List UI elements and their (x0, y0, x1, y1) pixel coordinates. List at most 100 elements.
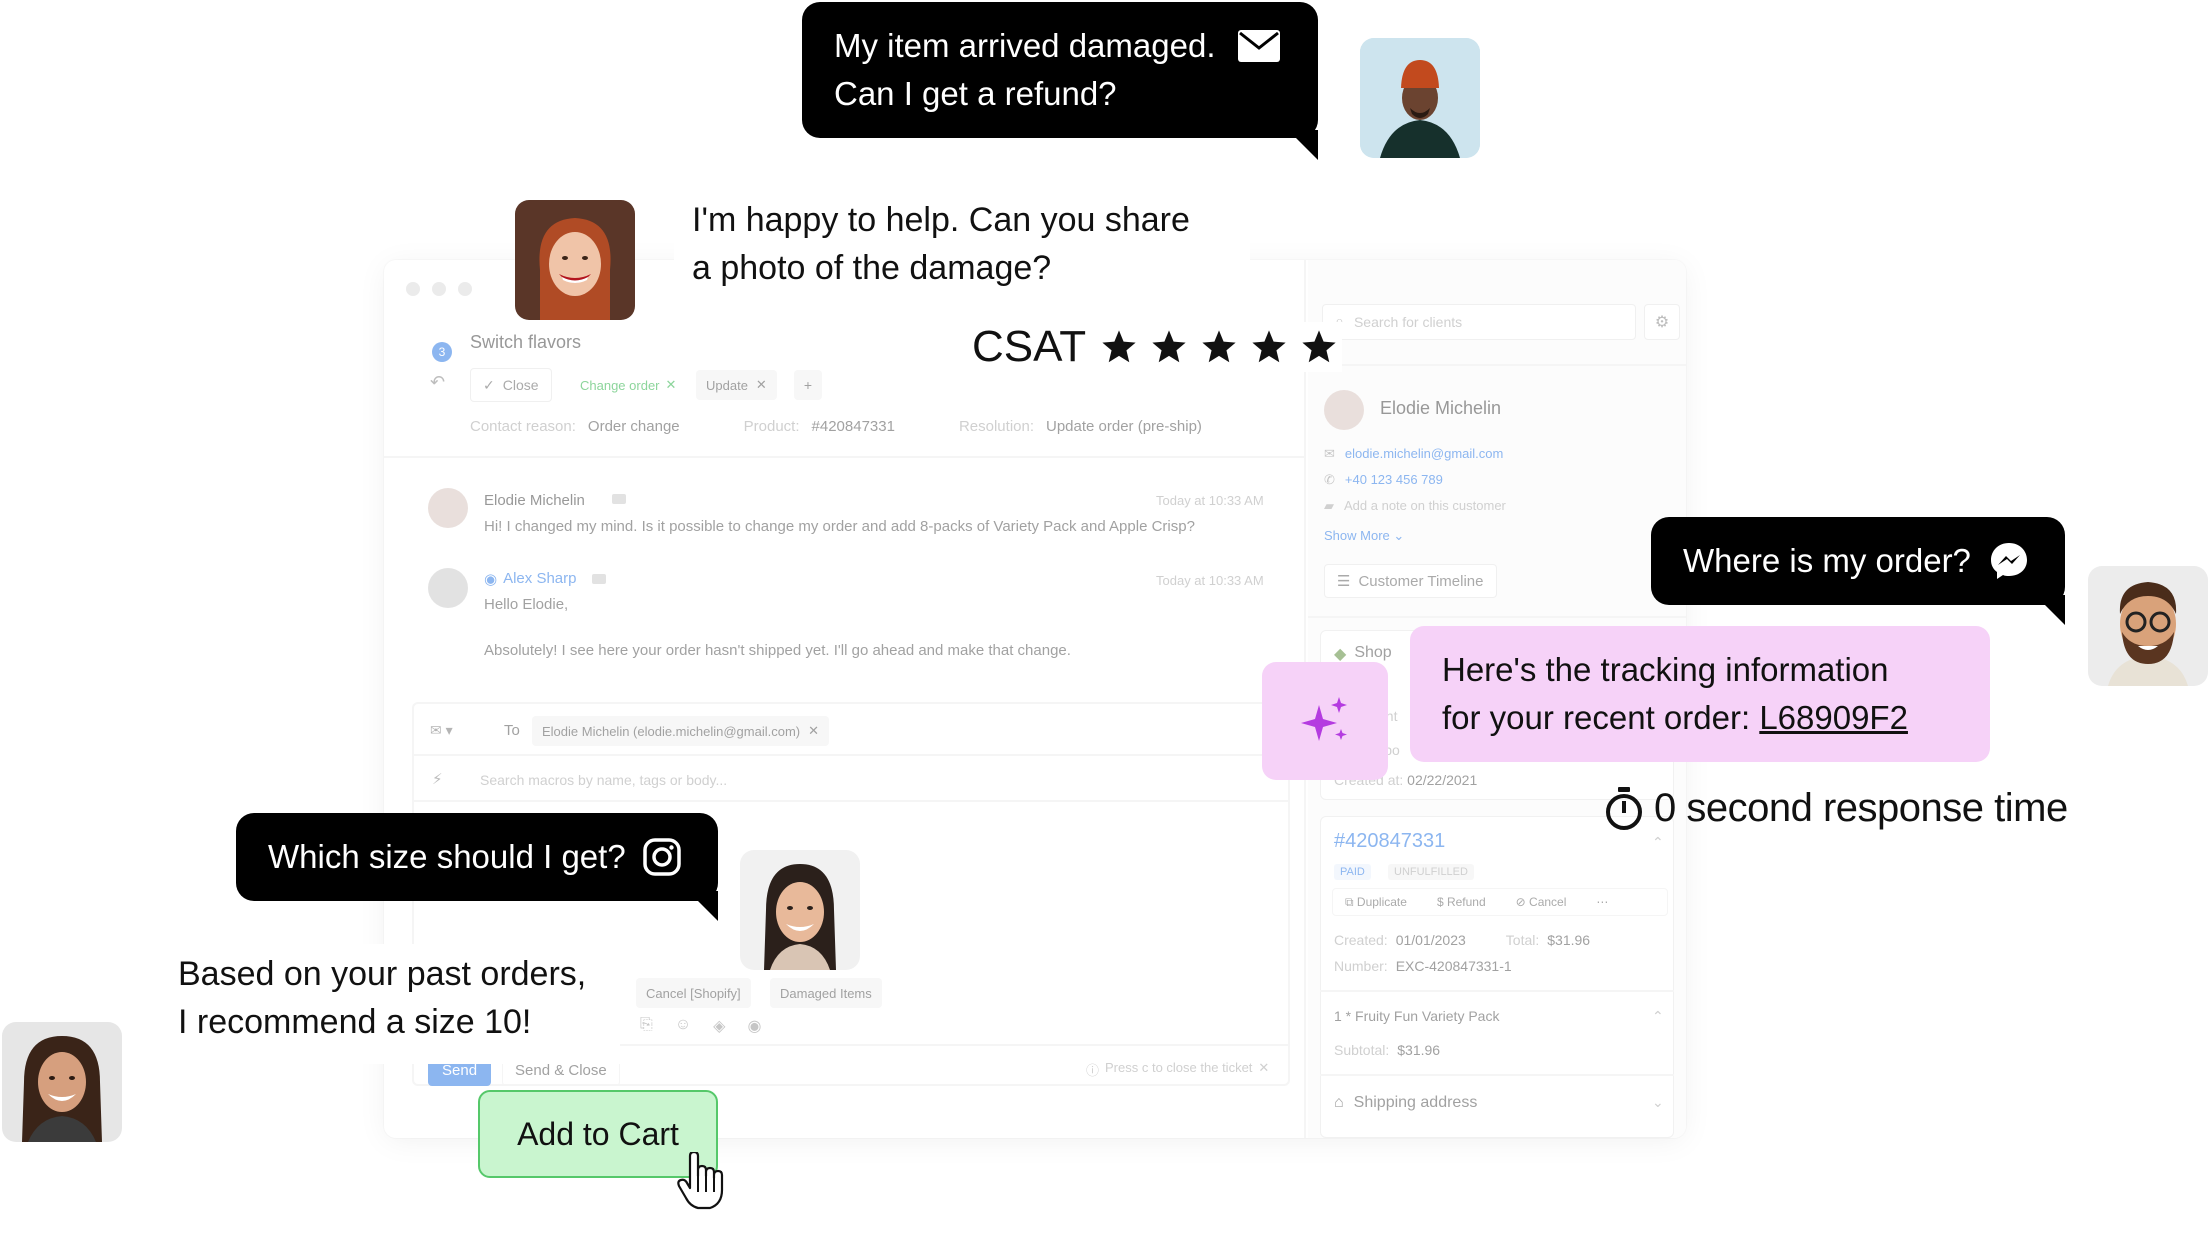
phone-icon: ✆ (1324, 472, 1335, 487)
message-author: ◉ Alex Sharp (484, 570, 577, 588)
customer-email[interactable]: ✉ elodie.michelin@gmail.com (1324, 446, 1503, 462)
more-icon[interactable]: ⋯ (1596, 895, 1608, 909)
shopify-icon: ◆ (1334, 646, 1347, 663)
csat-rating: CSAT (972, 322, 1343, 372)
message-body: Absolutely! I see here your order hasn't… (484, 642, 1071, 659)
star-icon (1252, 330, 1286, 363)
header-divider (384, 456, 1306, 458)
customer-avatar-man-beanie (1360, 38, 1480, 158)
order-number-row: Number: EXC-420847331-1 (1334, 958, 1512, 974)
divider (1308, 616, 1686, 618)
tag-update[interactable]: Update ✕ (696, 370, 777, 400)
channel-email-icon[interactable]: ✉ ▾ (430, 722, 453, 739)
macro-tag[interactable]: Cancel [Shopify] (636, 978, 751, 1008)
agent-avatar-woman-smiling (2, 1022, 122, 1142)
message-body: Hello Elodie, (484, 596, 569, 613)
customer-avatar-woman-dark-hair (740, 850, 860, 970)
chevron-down-icon: ⌄ (1393, 528, 1405, 543)
lightning-icon: ⚡ (432, 771, 443, 788)
order-number-link[interactable]: #420847331 (1334, 830, 1445, 853)
chevron-up-icon[interactable]: ⌃ (1652, 834, 1664, 851)
message-time: Today at 10:33 AM (1156, 493, 1264, 508)
close-hint: ⓘ Press c to close the ticket ✕ (1086, 1060, 1270, 1079)
ticket-badge: 3 (432, 342, 452, 362)
agent-reply-size: Based on your past orders, I recommend a… (160, 944, 620, 1064)
divider (1320, 990, 1674, 992)
remove-tag-icon[interactable]: ✕ (756, 377, 767, 393)
customer-message-size: Which size should I get? (236, 813, 718, 921)
chevron-down-icon[interactable]: ⌄ (1652, 1094, 1664, 1111)
editor-toolbar: ⎘ ☺ ◈ ◉ (640, 1016, 761, 1036)
show-more-link[interactable]: Show More ⌄ (1324, 528, 1404, 544)
shipping-address-row[interactable]: ⌂ Shipping address (1334, 1094, 1477, 1112)
client-search-input[interactable]: ⌕ Search for clients (1322, 304, 1636, 340)
tag-change-order[interactable]: Change order ✕ (580, 374, 676, 396)
emoji-icon[interactable]: ☺ (675, 1016, 691, 1036)
settings-gear-icon[interactable]: ⚙ (1644, 304, 1680, 340)
ticket-title[interactable]: Switch flavors (470, 332, 581, 353)
info-icon: ⓘ (1086, 1063, 1100, 1078)
customer-avatar (1324, 390, 1364, 430)
agent-reply-photo-request: I'm happy to help. Can you share a photo… (674, 184, 1250, 292)
shopify-header: ◆ Shop (1334, 644, 1392, 663)
star-icon (1202, 330, 1236, 363)
agent-icon: ◉ (484, 571, 498, 588)
email-icon (592, 574, 606, 584)
message-body: Hi! I changed my mind. Is it possible to… (484, 518, 1195, 535)
check-icon: ✓ (483, 376, 495, 393)
dismiss-hint-icon[interactable]: ✕ (1258, 1060, 1269, 1079)
cancel-order-button[interactable]: ⊘ Cancel (1516, 895, 1567, 909)
email-icon: ✉ (1324, 446, 1335, 461)
customer-message-order: Where is my order? (1651, 517, 2065, 625)
chevron-up-icon[interactable]: ⌃ (1652, 1008, 1664, 1025)
editor-divider (414, 754, 1288, 756)
customer-note-input[interactable]: ▰ Add a note on this customer (1324, 498, 1506, 514)
avatar (428, 488, 468, 528)
macro-search-input[interactable]: Search macros by name, tags or body... (480, 772, 727, 788)
attachment-icon[interactable]: ⎘ (640, 1016, 653, 1036)
avatar (428, 568, 468, 608)
order-created: Created: 01/01/2023 Total: $31.96 (1334, 932, 1591, 948)
order-card (1320, 816, 1674, 1138)
shopify-icon[interactable]: ◈ (713, 1016, 725, 1036)
undo-icon[interactable]: ↶ (430, 372, 445, 393)
messenger-icon (1991, 543, 2027, 579)
instagram-icon (643, 838, 681, 876)
list-icon: ☰ (1337, 573, 1351, 590)
remove-recipient-icon[interactable]: ✕ (808, 723, 819, 739)
discount-icon[interactable]: ◉ (747, 1016, 761, 1036)
close-ticket-button[interactable]: ✓ Close (470, 368, 552, 402)
star-icon (1102, 330, 1136, 363)
order-item[interactable]: 1 * Fruity Fun Variety Pack (1334, 1008, 1499, 1024)
customer-message-damaged: My item arrived damaged. Can I get a ref… (802, 2, 1318, 160)
order-actions: ⧉ Duplicate $ Refund ⊘ Cancel ⋯ (1332, 888, 1668, 916)
customer-timeline-button[interactable]: ☰ Customer Timeline (1324, 564, 1497, 598)
status-badge: UNFULFILLED (1388, 864, 1474, 880)
ai-sparkle-badge (1262, 662, 1388, 780)
response-time: 0 second response time (1604, 786, 2068, 831)
customer-phone[interactable]: ✆ +40 123 456 789 (1324, 472, 1443, 488)
editor-divider (414, 800, 1288, 802)
note-icon: ▰ (1324, 498, 1334, 513)
macro-tag[interactable]: Damaged Items (770, 978, 882, 1008)
message-author: Elodie Michelin (484, 492, 585, 509)
home-icon: ⌂ (1334, 1094, 1344, 1111)
star-icon (1302, 330, 1336, 363)
add-tag-button[interactable]: + (794, 370, 822, 400)
divider (1308, 364, 1686, 366)
message-time: Today at 10:33 AM (1156, 573, 1264, 588)
stopwatch-icon (1606, 786, 1642, 830)
duplicate-button[interactable]: ⧉ Duplicate (1345, 895, 1407, 910)
recipient-chip[interactable]: Elodie Michelin (elodie.michelin@gmail.c… (532, 716, 830, 746)
remove-tag-icon[interactable]: ✕ (666, 377, 677, 393)
customer-avatar-man-glasses (2088, 566, 2208, 686)
customer-name[interactable]: Elodie Michelin (1380, 398, 1501, 419)
refund-button[interactable]: $ Refund (1437, 895, 1486, 909)
ticket-fields: Contact reason: Order change Product: #4… (470, 418, 1202, 435)
email-icon (612, 494, 626, 504)
tracking-number-link[interactable]: L68909F2 (1759, 699, 1908, 736)
bubble-tail (1288, 130, 1318, 160)
status-badge: PAID (1334, 864, 1371, 880)
pointer-hand-icon (677, 1152, 724, 1210)
email-icon (1238, 30, 1280, 62)
